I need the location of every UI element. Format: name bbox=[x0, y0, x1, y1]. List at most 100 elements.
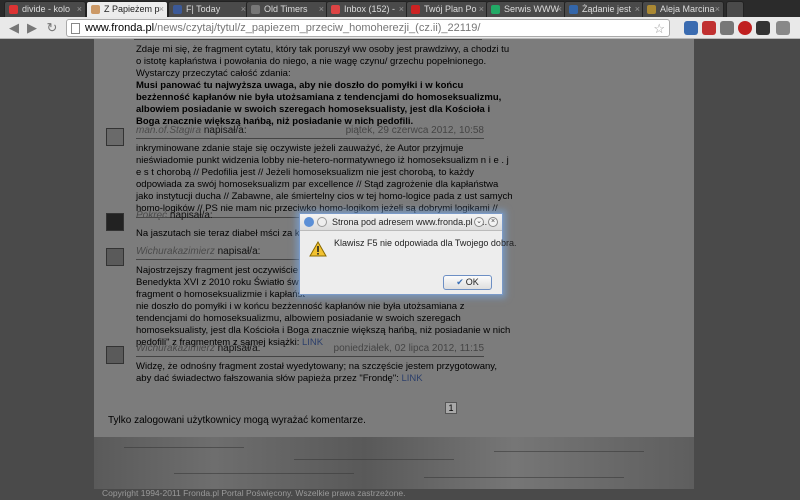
comment-line: tendencjami do homoseksualizmu, albowiem… bbox=[136, 313, 461, 324]
reload-button[interactable]: ↻ bbox=[44, 20, 60, 36]
comment-line: o istotę kapłaństwa i powołania do niego… bbox=[136, 56, 487, 67]
tab-0[interactable]: divide - kolo × bbox=[4, 1, 86, 17]
tab-close-icon[interactable]: × bbox=[715, 2, 720, 17]
avatar[interactable] bbox=[106, 248, 124, 266]
url-host: www.fronda.pl bbox=[85, 22, 155, 34]
comment-body: Zdaje mi się, że fragment cytatu, który … bbox=[136, 44, 509, 128]
comment-author[interactable]: man.of.Stagira napisał/a: bbox=[136, 125, 247, 136]
tab-label: Aleja Marcina bbox=[660, 4, 715, 14]
avatar[interactable] bbox=[106, 213, 124, 231]
tab-6[interactable]: Serwis WWW × bbox=[486, 1, 566, 17]
tab-favicon-icon bbox=[647, 5, 656, 14]
tab-favicon-icon bbox=[91, 5, 100, 14]
ok-label: OK bbox=[465, 277, 479, 287]
extension-icon[interactable] bbox=[684, 21, 698, 35]
page-icon bbox=[71, 23, 80, 34]
comment-body: Na jaszutach sie teraz diabeł mści za ko… bbox=[136, 228, 316, 240]
comment-line: odpowiada za swój homoseksualizm par exc… bbox=[136, 179, 499, 190]
browser-toolbar: ◀ ▶ ↻ www.fronda.pl/news/czytaj/tytul/z_… bbox=[0, 17, 800, 39]
tab-close-icon[interactable]: × bbox=[319, 2, 324, 17]
tab-label: Inbox (152) - bbox=[344, 4, 396, 14]
comment-header: man.of.Stagira napisał/a: piątek, 29 cze… bbox=[136, 124, 484, 139]
back-button[interactable]: ◀ bbox=[6, 20, 22, 36]
tab-close-icon[interactable]: × bbox=[399, 2, 404, 17]
comment-line-bold: bezżenność kapłanów nie była utożsamiana… bbox=[136, 92, 502, 103]
comment-line: Na jaszutach sie teraz diabeł mści za ko… bbox=[136, 228, 317, 239]
comment-date: piątek, 29 czerwca 2012, 10:58 bbox=[345, 125, 484, 136]
bookmark-star-icon[interactable]: ☆ bbox=[653, 21, 665, 37]
tab-4[interactable]: Inbox (152) - × bbox=[326, 1, 408, 17]
check-icon: ✔ bbox=[456, 277, 464, 287]
tab-7[interactable]: Żądanie jest × bbox=[564, 1, 644, 17]
tab-close-icon[interactable]: × bbox=[635, 2, 640, 17]
comment-link[interactable]: LINK bbox=[402, 373, 423, 384]
login-required-note: Tylko zalogowani użytkownicy mogą wyraża… bbox=[108, 415, 366, 426]
close-icon[interactable]: × bbox=[488, 217, 498, 227]
tab-8[interactable]: Aleja Marcina × bbox=[642, 1, 724, 17]
comment-line: jako instytucji ducha // Zabawne, ale śm… bbox=[136, 191, 513, 202]
tab-label: Serwis WWW bbox=[504, 4, 559, 14]
comment-line-bold: albowiem posiadanie w swoich szeregach h… bbox=[136, 104, 491, 115]
footer-engraving-image bbox=[94, 437, 694, 489]
comment-body: Widzę, że odnośny fragment został wyedyt… bbox=[136, 361, 497, 385]
comment-line: e s t chorobą // Pedofilia jest // Jeżel… bbox=[136, 167, 474, 178]
browser-icon bbox=[304, 217, 314, 227]
comment-line: nie doszło do pomyłki i w końcu bezżenno… bbox=[136, 301, 465, 312]
comment-header: Wichurakazimierz napisał/a: poniedziałek… bbox=[136, 342, 484, 357]
comment-line: Widzę, że odnośny fragment został wyedyt… bbox=[136, 361, 497, 372]
warning-icon bbox=[309, 241, 327, 257]
alert-dialog: Strona pod adresem www.fronda.pl s... ⌄ … bbox=[299, 213, 516, 295]
divider bbox=[134, 39, 482, 40]
tab-2[interactable]: F| Today × bbox=[168, 1, 250, 17]
dialog-titlebar[interactable]: Strona pod adresem www.fronda.pl s... ⌄ … bbox=[300, 214, 502, 231]
tab-favicon-icon bbox=[411, 5, 420, 14]
extension-icon[interactable] bbox=[720, 21, 734, 35]
tab-close-icon[interactable]: × bbox=[557, 2, 562, 17]
tab-close-icon[interactable]: × bbox=[479, 2, 484, 17]
tab-label: Twój Plan Po bbox=[424, 4, 477, 14]
comment-line: aby dać świadectwo fałszowania słów papi… bbox=[136, 373, 423, 384]
tab-label: Old Timers bbox=[264, 4, 308, 14]
avatar[interactable] bbox=[106, 346, 124, 364]
extension-icon[interactable] bbox=[702, 21, 716, 35]
tab-1[interactable]: Z Papieżem p × bbox=[86, 1, 168, 17]
window-menu-icon[interactable] bbox=[317, 217, 327, 227]
avatar[interactable] bbox=[106, 128, 124, 146]
ok-button[interactable]: ✔ OK bbox=[443, 275, 492, 290]
comment-line: nieświadomie punkt widzenia lobby nie-he… bbox=[136, 155, 509, 166]
comment-author[interactable]: Pokręć napisał/a: bbox=[136, 210, 213, 221]
comment-author[interactable]: Wichurakazimierz napisał/a: bbox=[136, 246, 260, 257]
comment-line: homoseksualisty, jest dla Kościoła i Bog… bbox=[136, 325, 511, 336]
dialog-message: Klawisz F5 nie odpowiada dla Twojego dob… bbox=[334, 238, 517, 248]
tab-favicon-icon bbox=[491, 5, 500, 14]
copyright-text: Copyright 1994-2011 Fronda.pl Portal Poś… bbox=[102, 488, 406, 498]
extension-icon[interactable] bbox=[756, 21, 770, 35]
extension-icon[interactable] bbox=[738, 21, 752, 35]
tab-favicon-icon bbox=[251, 5, 260, 14]
tab-close-icon[interactable]: × bbox=[77, 2, 82, 17]
tab-label: Z Papieżem p bbox=[104, 4, 160, 14]
tab-5[interactable]: Twój Plan Po × bbox=[406, 1, 488, 17]
new-tab-button[interactable] bbox=[726, 1, 744, 17]
tab-favicon-icon bbox=[173, 5, 182, 14]
url-text: www.fronda.pl/news/czytaj/tytul/z_papiez… bbox=[85, 22, 480, 34]
tab-close-icon[interactable]: × bbox=[159, 2, 164, 17]
tab-favicon-icon bbox=[9, 5, 18, 14]
comment-body: inkryminowane zdanie staje się oczywiste… bbox=[136, 143, 512, 215]
comment-line: Wystarczy przeczytać całość zdania: bbox=[136, 68, 291, 79]
address-bar[interactable]: www.fronda.pl/news/czytaj/tytul/z_papiez… bbox=[66, 19, 670, 37]
pagination-page-1[interactable]: 1 bbox=[445, 402, 457, 414]
tab-label: F| Today bbox=[186, 4, 221, 14]
comment-date: poniedziałek, 02 lipca 2012, 11:15 bbox=[333, 343, 484, 354]
comment-line: inkryminowane zdanie staje się oczywiste… bbox=[136, 143, 464, 154]
minimize-icon[interactable]: ⌄ bbox=[474, 217, 484, 227]
comment-author[interactable]: Wichurakazimierz napisał/a: bbox=[136, 343, 260, 354]
url-path: /news/czytaj/tytul/z_papiezem_przeciw_ho… bbox=[154, 22, 481, 34]
tab-3[interactable]: Old Timers × bbox=[246, 1, 328, 17]
dialog-title: Strona pod adresem www.fronda.pl s... bbox=[332, 217, 488, 227]
forward-button[interactable]: ▶ bbox=[24, 20, 40, 36]
wrench-menu-icon[interactable] bbox=[776, 21, 790, 35]
tab-label: Żądanie jest bbox=[582, 4, 632, 14]
tab-favicon-icon bbox=[569, 5, 578, 14]
comment-line-bold: Musi panować tu najwyższa uwaga, aby nie… bbox=[136, 80, 464, 91]
